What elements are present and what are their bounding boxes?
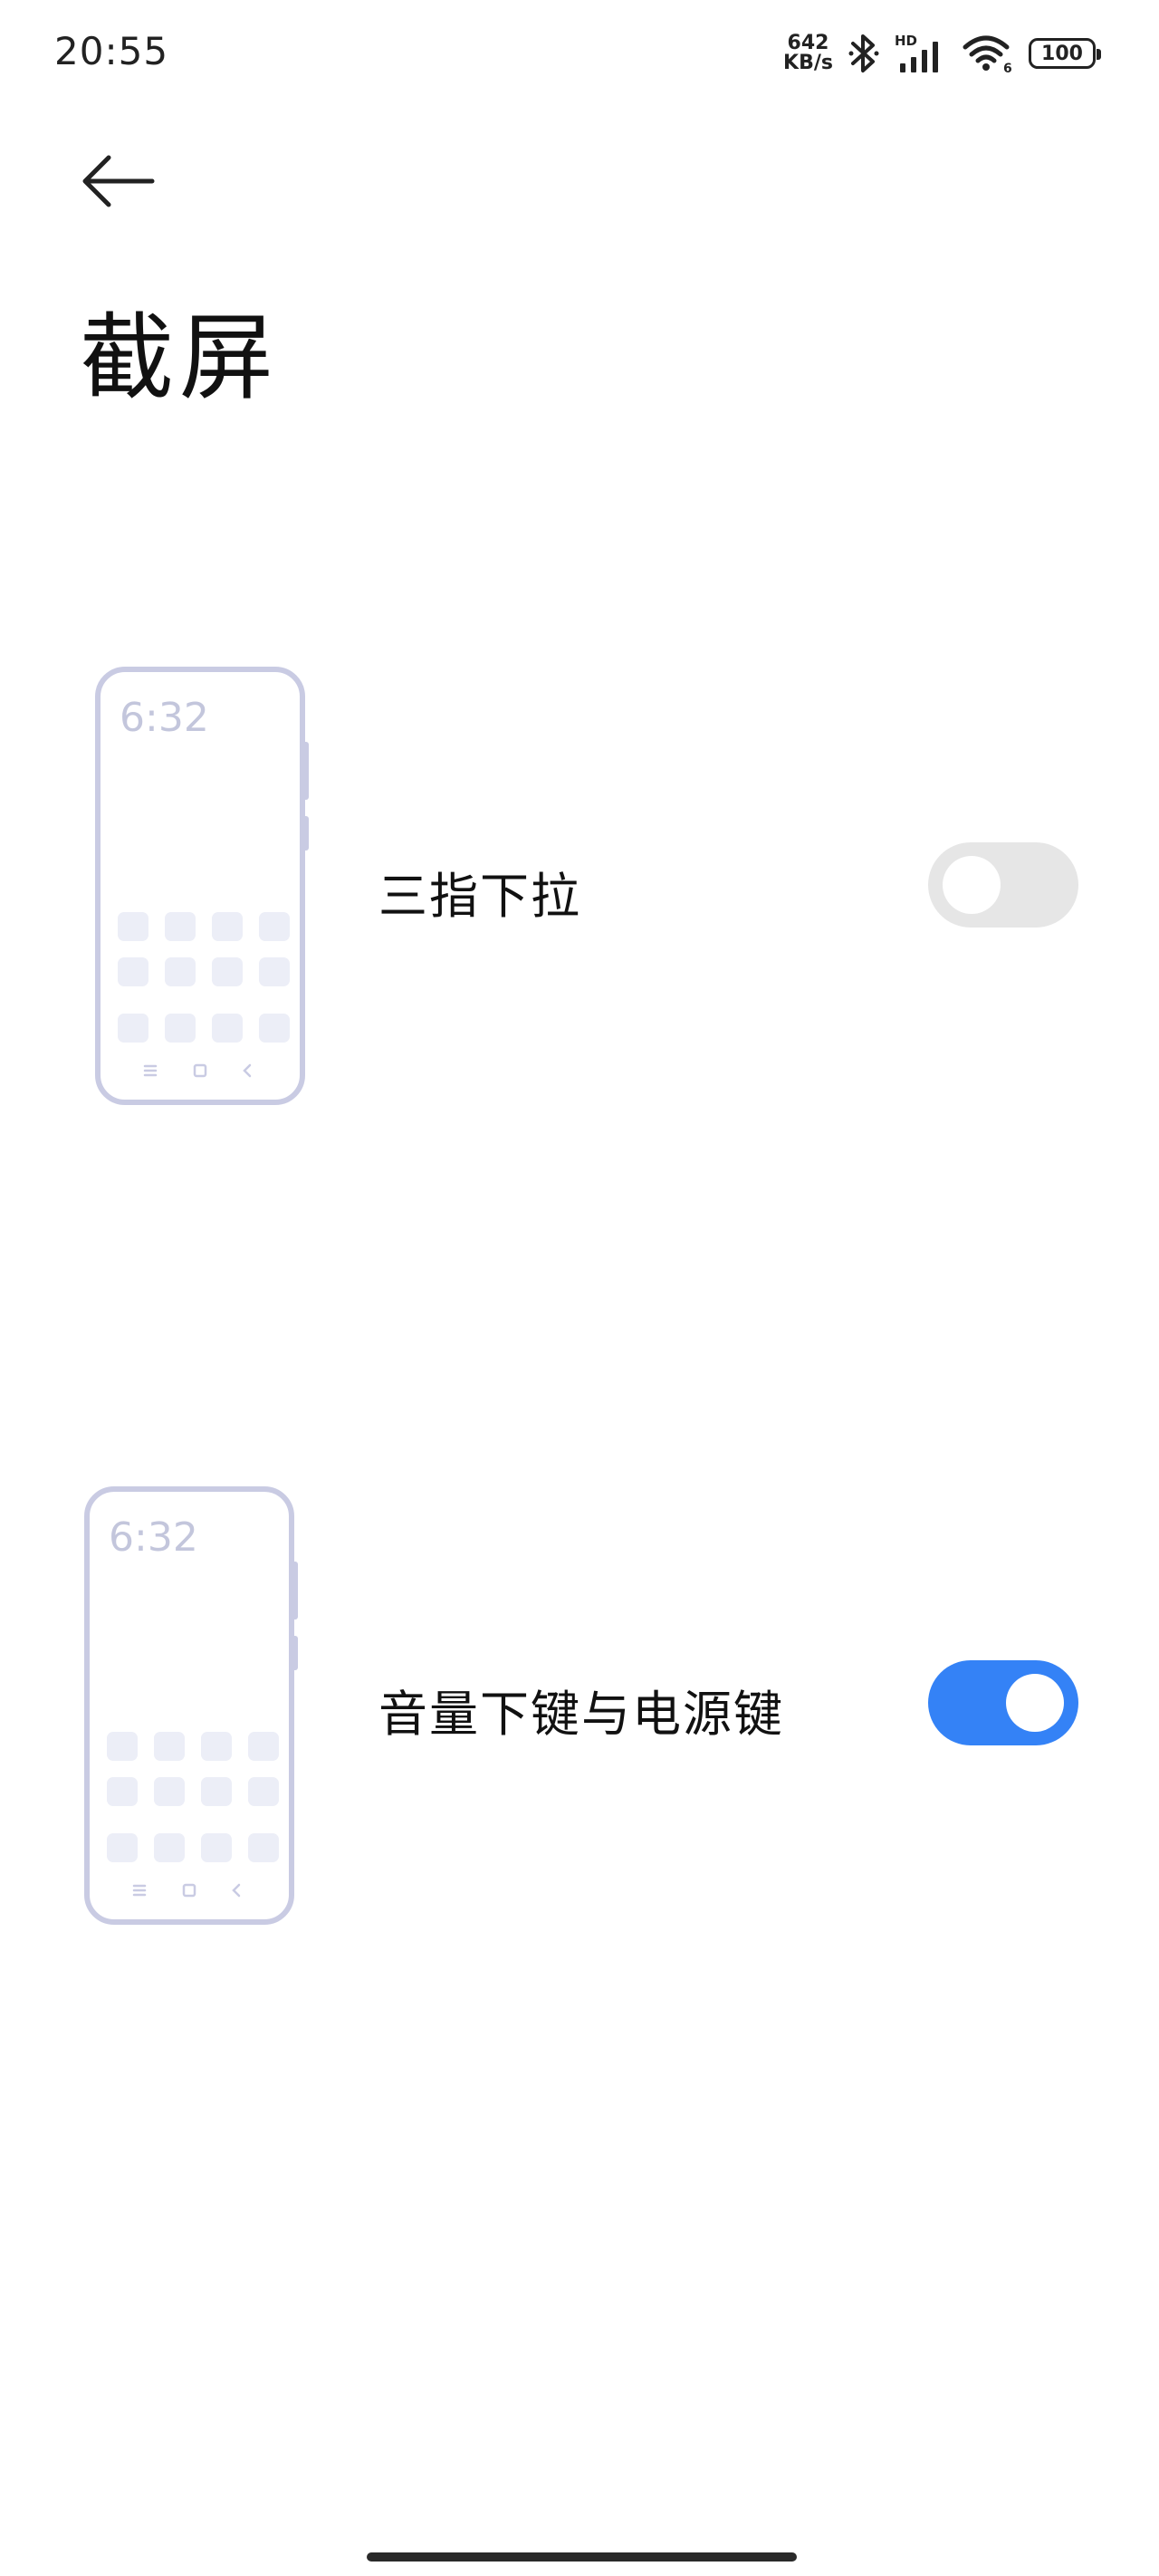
page-title: 截屏 [80, 303, 280, 413]
status-time: 20:55 [54, 29, 169, 73]
option-label: 三指下拉 [378, 868, 581, 925]
back-button[interactable] [72, 145, 163, 217]
preview-clock: 6:32 [109, 1514, 198, 1561]
option-three-finger-swipe: 6:32 三指下拉 [0, 666, 1159, 1119]
phone-preview-illustration: 6:32 [95, 667, 309, 1105]
home-indicator[interactable] [367, 2552, 797, 2562]
option-label: 音量下键与电源键 [378, 1686, 784, 1743]
preview-clock: 6:32 [120, 695, 209, 741]
wifi-version-label: 6 [1003, 62, 1012, 74]
toggle-knob [943, 856, 1001, 914]
status-bar: 20:55 642 KB/s HD 6 100 [0, 0, 1159, 109]
cellular-signal-icon: HD [895, 33, 947, 74]
network-speed-unit: KB/s [783, 52, 833, 74]
screenshot-settings-screen: 20:55 642 KB/s HD 6 100 截屏 6:32 三指下拉 6:3… [0, 0, 1159, 2576]
three-finger-swipe-toggle[interactable] [928, 842, 1078, 928]
network-speed-value: 642 [787, 32, 829, 54]
signal-hd-label: HD [895, 33, 917, 49]
status-icons: 642 KB/s HD 6 100 [783, 31, 1101, 76]
phone-preview-illustration: 6:32 [84, 1486, 298, 1925]
wifi-icon: 6 [962, 33, 1014, 74]
toggle-knob [1006, 1674, 1064, 1732]
battery-icon: 100 [1029, 38, 1101, 69]
network-speed: 642 KB/s [783, 34, 833, 73]
option-volume-power-keys: 6:32 音量下键与电源键 [0, 1485, 1159, 1938]
arrow-left-icon [82, 155, 155, 207]
bluetooth-icon [848, 33, 880, 74]
volume-power-keys-toggle[interactable] [928, 1660, 1078, 1745]
